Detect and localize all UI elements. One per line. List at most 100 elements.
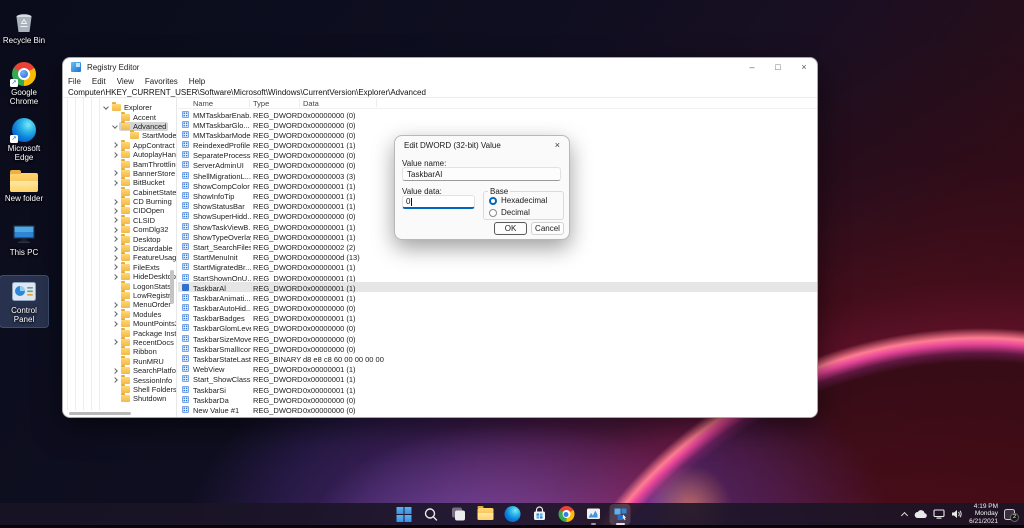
tree-expand-chevron-icon[interactable]	[112, 310, 119, 319]
tree-item[interactable]: BamThrottling	[63, 159, 168, 168]
volume-icon[interactable]	[951, 509, 963, 519]
tree-item[interactable]: RecentDocs	[63, 338, 168, 347]
network-icon[interactable]	[933, 509, 945, 519]
menu-item[interactable]: View	[117, 77, 134, 86]
registry-value-row[interactable]: TaskbarStateLast... REG_BINARY d8 e8 c8 …	[178, 354, 817, 364]
tree-item[interactable]: FileExts	[63, 263, 168, 272]
tree-expand-chevron-icon[interactable]	[112, 122, 119, 131]
tree-expand-chevron-icon[interactable]	[112, 300, 119, 309]
tree-expand-chevron-icon[interactable]	[112, 376, 119, 385]
tree-item[interactable]: SessionInfo	[63, 375, 168, 384]
tree-expand-chevron-icon[interactable]	[112, 150, 119, 159]
registry-value-row[interactable]: TaskbarAutoHid... REG_DWORD 0x00000000 (…	[178, 303, 817, 313]
file-explorer-button[interactable]	[475, 504, 496, 525]
tree-item[interactable]: BitBucket	[63, 178, 168, 187]
ok-button[interactable]: OK	[494, 222, 527, 235]
tree-item[interactable]: Shutdown	[63, 394, 168, 403]
menu-item[interactable]: Edit	[92, 77, 106, 86]
tree-item[interactable]: MenuOrder	[63, 300, 168, 309]
tree-vertical-scrollbar[interactable]	[170, 98, 174, 408]
tree-expand-chevron-icon[interactable]	[112, 244, 119, 253]
radio-decimal[interactable]: Decimal	[489, 208, 530, 217]
registry-value-row[interactable]: TaskbarGlomLevel REG_DWORD 0x00000000 (0…	[178, 323, 817, 333]
desktop-icon-google-chrome[interactable]: ↗ Google Chrome	[0, 58, 48, 109]
tree-expand-chevron-icon[interactable]	[112, 282, 119, 291]
desktop-icon-recycle-bin[interactable]: Recycle Bin	[0, 6, 48, 49]
onedrive-cloud-icon[interactable]	[914, 510, 927, 519]
tree-expand-chevron-icon[interactable]	[112, 160, 119, 169]
tree-expand-chevron-icon[interactable]	[112, 329, 119, 338]
tree-expand-chevron-icon[interactable]	[112, 206, 119, 215]
tree-expand-chevron-icon[interactable]	[112, 253, 119, 262]
chrome-button[interactable]	[556, 504, 577, 525]
registry-value-row[interactable]: TaskbarSmallIcons REG_DWORD 0x00000000 (…	[178, 343, 817, 353]
tree-item[interactable]: CD Burning	[63, 197, 168, 206]
radio-hexadecimal[interactable]: Hexadecimal	[489, 196, 547, 205]
tree-expand-chevron-icon[interactable]	[103, 103, 110, 112]
tree-item[interactable]: LogonStats	[63, 281, 168, 290]
desktop-icon-control-panel[interactable]: Control Panel	[0, 276, 48, 327]
column-divider[interactable]	[376, 99, 377, 107]
tree-item[interactable]: SearchPlatform	[63, 366, 168, 375]
registry-value-row[interactable]: StartMigratedBr... REG_DWORD 0x00000001 …	[178, 262, 817, 272]
address-bar[interactable]: Computer\HKEY_CURRENT_USER\Software\Micr…	[63, 87, 817, 98]
tree-expand-chevron-icon[interactable]	[112, 319, 119, 328]
tree-expand-chevron-icon[interactable]	[112, 338, 119, 347]
registry-value-row[interactable]: New Value #1 REG_DWORD 0x00000000 (0)	[178, 404, 817, 414]
column-header-type[interactable]: Type	[253, 99, 269, 108]
search-button[interactable]	[421, 504, 442, 525]
registry-value-row[interactable]: MMTaskbarGlo... REG_DWORD 0x00000000 (0)	[178, 119, 817, 129]
dialog-close-icon[interactable]: ×	[555, 140, 560, 150]
tree-item[interactable]: CIDOpen	[63, 206, 168, 215]
registry-value-row[interactable]: Start_ShowClass... REG_DWORD 0x00000001 …	[178, 374, 817, 384]
store-button[interactable]	[529, 504, 550, 525]
tree-expand-chevron-icon[interactable]	[112, 225, 119, 234]
tree-item[interactable]: Shell Folders	[63, 385, 168, 394]
column-divider[interactable]	[299, 99, 300, 107]
registry-value-row[interactable]: TaskbarBadges REG_DWORD 0x00000001 (1)	[178, 313, 817, 323]
close-button[interactable]: ×	[791, 58, 817, 76]
registry-value-row[interactable]: TaskbarDa REG_DWORD 0x00000000 (0)	[178, 394, 817, 404]
start-button[interactable]	[394, 504, 415, 525]
registry-value-row[interactable]: TaskbarAnimati... REG_DWORD 0x00000001 (…	[178, 292, 817, 302]
menu-item[interactable]: File	[68, 77, 81, 86]
tree-expand-chevron-icon[interactable]	[112, 141, 119, 150]
minimize-button[interactable]: –	[739, 58, 765, 76]
tree-item[interactable]: Accent	[63, 112, 168, 121]
registry-value-row[interactable]: TaskbarSizeMove REG_DWORD 0x00000000 (0)	[178, 333, 817, 343]
tree-item[interactable]: RunMRU	[63, 357, 168, 366]
tree-item[interactable]: Modules	[63, 310, 168, 319]
registry-value-row[interactable]: TaskbarAl REG_DWORD 0x00000001 (1)	[178, 282, 817, 292]
tree-item[interactable]: LowRegistry	[63, 291, 168, 300]
registry-value-row[interactable]: TaskbarSi REG_DWORD 0x00000001 (1)	[178, 384, 817, 394]
desktop-icon-new-folder[interactable]: New folder	[0, 164, 48, 207]
tree-item[interactable]: CLSID	[63, 216, 168, 225]
window-titlebar[interactable]: Registry Editor – □ ×	[63, 58, 817, 76]
tree-expand-chevron-icon[interactable]	[112, 178, 119, 187]
tree-expand-chevron-icon[interactable]	[112, 291, 119, 300]
desktop-icon-microsoft-edge[interactable]: ↗ Microsoft Edge	[0, 114, 48, 165]
registry-value-row[interactable]: MMTaskbarEnab... REG_DWORD 0x00000000 (0…	[178, 109, 817, 119]
value-data-input[interactable]: 0	[402, 195, 475, 209]
task-view-button[interactable]	[448, 504, 469, 525]
cancel-button[interactable]: Cancel	[531, 222, 564, 235]
tree-item[interactable]: Advanced	[63, 122, 168, 131]
tree-item[interactable]: Desktop	[63, 234, 168, 243]
registry-value-row[interactable]: StartMenuInit REG_DWORD 0x0000000d (13)	[178, 252, 817, 262]
registry-value-row[interactable]: Start_SearchFiles REG_DWORD 0x00000002 (…	[178, 241, 817, 251]
tree-item[interactable]: FeatureUsage	[63, 253, 168, 262]
tree-item[interactable]: Discardable	[63, 244, 168, 253]
menu-item[interactable]: Favorites	[145, 77, 178, 86]
tree-item[interactable]: Ribbon	[63, 347, 168, 356]
tree-expand-chevron-icon[interactable]	[112, 113, 119, 122]
tree-expand-chevron-icon[interactable]	[112, 347, 119, 356]
column-header-data[interactable]: Data	[303, 99, 319, 108]
tree-expand-chevron-icon[interactable]	[112, 394, 119, 403]
column-divider[interactable]	[249, 99, 250, 107]
tree-expand-chevron-icon[interactable]	[112, 366, 119, 375]
tree-item[interactable]: ComDlg32	[63, 225, 168, 234]
tree-expand-chevron-icon[interactable]	[112, 188, 119, 197]
tree-expand-chevron-icon[interactable]	[112, 216, 119, 225]
taskbar-clock[interactable]: 4:19 PM Monday 6/21/2021	[969, 503, 998, 525]
tree-item[interactable]: HideDesktopIc	[63, 272, 168, 281]
